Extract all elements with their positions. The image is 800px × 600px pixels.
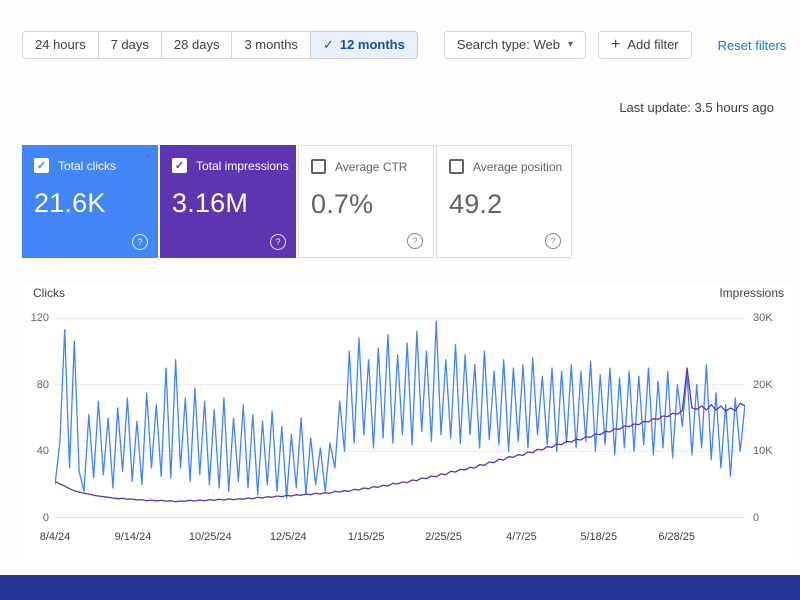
x-axis-label: 12/5/24 xyxy=(269,531,307,543)
axis-tick-label: 30K xyxy=(753,312,773,324)
footer-bar xyxy=(0,575,800,600)
checkbox-unchecked-icon[interactable] xyxy=(449,159,464,174)
total-impressions-card[interactable]: ✓ Total impressions 3.16M ? xyxy=(160,145,296,258)
search-type-label: Search type: Web xyxy=(456,37,560,52)
average-position-value: 49.2 xyxy=(449,189,503,219)
x-axis-labels: 8/4/24 9/14/24 10/25/24 12/5/24 1/15/25 2/25/… xyxy=(40,531,745,547)
metric-cards: ✓ Total clicks 21.6K ? ✓ Total impressio… xyxy=(22,145,572,258)
average-position-card[interactable]: Average position 49.2 ? xyxy=(436,145,572,258)
filter-bar: 24 hours 7 days 28 days 3 months ✓ 12 mon… xyxy=(22,31,786,59)
axis-tick-label: 120 xyxy=(30,312,49,324)
last-update-text: Last update: 3.5 hours ago xyxy=(619,100,774,115)
total-impressions-value: 3.16M xyxy=(172,188,249,218)
right-axis-ticks: 30K 20K 10K 0 xyxy=(753,312,791,524)
reset-filters-link[interactable]: Reset filters xyxy=(718,38,787,53)
chevron-down-icon: ▾ xyxy=(567,39,573,50)
average-ctr-value: 0.7% xyxy=(311,189,374,219)
date-range-12-months-selected[interactable]: ✓ 12 months xyxy=(309,31,418,59)
add-filter-label: Add filter xyxy=(627,37,679,52)
total-clicks-card[interactable]: ✓ Total clicks 21.6K ? xyxy=(22,145,158,258)
axis-tick-label: 40 xyxy=(36,445,49,458)
chart-plot-area[interactable] xyxy=(55,318,745,518)
plus-icon: + xyxy=(610,36,621,53)
axis-tick-label: 10K xyxy=(753,445,773,458)
checkbox-checked-icon[interactable]: ✓ xyxy=(34,158,49,173)
x-axis-label: 4/7/25 xyxy=(506,531,537,543)
axis-tick-label: 20K xyxy=(753,378,773,391)
x-axis-label: 6/28/25 xyxy=(658,531,696,543)
date-range-28-days[interactable]: 28 days xyxy=(160,31,233,59)
date-range-7-days[interactable]: 7 days xyxy=(97,31,162,59)
x-axis-label: 10/25/24 xyxy=(188,531,232,543)
average-position-label: Average position xyxy=(473,159,563,174)
help-icon[interactable]: ? xyxy=(407,233,423,249)
total-clicks-label: Total clicks xyxy=(58,158,117,173)
total-clicks-value: 21.6K xyxy=(34,188,106,218)
clicks-series-line xyxy=(55,320,745,499)
search-type-dropdown[interactable]: Search type: Web ▾ xyxy=(443,31,586,59)
chart-canvas xyxy=(55,318,745,518)
x-axis-label: 5/18/25 xyxy=(580,531,618,543)
average-ctr-card[interactable]: Average CTR 0.7% ? xyxy=(298,145,434,258)
x-axis-label: 2/25/25 xyxy=(425,531,462,543)
left-axis-ticks: 120 80 40 0 xyxy=(22,312,49,524)
search-console-performance-page: 24 hours 7 days 28 days 3 months ✓ 12 mon… xyxy=(0,0,800,600)
performance-chart: Clicks Impressions 120 80 40 0 30K 20K 1… xyxy=(22,284,792,560)
help-icon[interactable]: ? xyxy=(270,234,286,250)
add-filter-button[interactable]: + Add filter xyxy=(597,31,692,59)
date-range-3-months[interactable]: 3 months xyxy=(231,31,311,59)
checkbox-unchecked-icon[interactable] xyxy=(311,159,326,174)
date-range-24-hours[interactable]: 24 hours xyxy=(22,31,99,59)
check-icon: ✓ xyxy=(322,37,334,52)
date-range-12-months-label: 12 months xyxy=(339,37,405,52)
date-range-selector: 24 hours 7 days 28 days 3 months ✓ 12 mon… xyxy=(22,31,418,59)
total-impressions-label: Total impressions xyxy=(196,158,289,173)
x-axis-label: 9/14/24 xyxy=(114,531,152,543)
left-axis-title: Clicks xyxy=(33,286,65,300)
checkbox-checked-icon[interactable]: ✓ xyxy=(172,158,187,173)
help-icon[interactable]: ? xyxy=(545,233,561,249)
axis-tick-label: 0 xyxy=(753,512,760,524)
x-axis-label: 8/4/24 xyxy=(39,531,71,543)
average-ctr-label: Average CTR xyxy=(335,159,408,174)
right-axis-title: Impressions xyxy=(719,286,784,300)
axis-tick-label: 0 xyxy=(42,512,49,524)
help-icon[interactable]: ? xyxy=(132,234,148,250)
x-axis-label: 1/15/25 xyxy=(347,531,385,543)
axis-tick-label: 80 xyxy=(36,378,49,391)
